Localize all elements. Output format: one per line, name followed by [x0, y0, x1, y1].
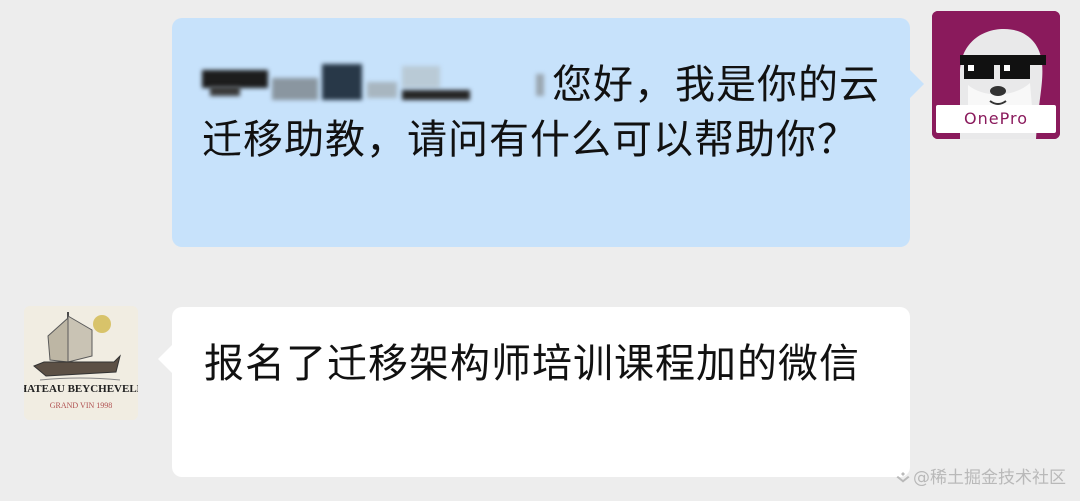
outgoing-message-text: 您好，我是你的云迁移助教，请问有什么可以帮助你？: [202, 58, 880, 168]
onepro-seal-avatar-icon: OnePro: [932, 11, 1060, 139]
redacted-name-block: [202, 62, 552, 102]
wine-label-avatar-icon: CHATEAU BEYCHEVELLE GRAND VIN 1998: [24, 306, 138, 420]
outgoing-message-bubble[interactable]: 您好，我是你的云迁移助教，请问有什么可以帮助你？: [172, 18, 924, 247]
watermark-text: @稀土掘金技术社区: [913, 468, 1066, 488]
incoming-message-bubble[interactable]: 报名了迁移架构师培训课程加的微信: [158, 307, 910, 477]
onepro-brand-text: OnePro: [964, 109, 1028, 128]
juejin-watermark: @稀土掘金技术社区: [896, 463, 1066, 488]
onepro-avatar[interactable]: OnePro: [932, 11, 1060, 139]
juejin-logo-icon: [896, 472, 910, 483]
incoming-message-text: 报名了迁移架构师培训课程加的微信: [204, 341, 860, 387]
wine-label-avatar[interactable]: CHATEAU BEYCHEVELLE GRAND VIN 1998: [24, 306, 138, 420]
wine-label-subtext: GRAND VIN 1998: [50, 401, 113, 410]
wine-label-text: CHATEAU BEYCHEVELLE: [24, 383, 138, 395]
